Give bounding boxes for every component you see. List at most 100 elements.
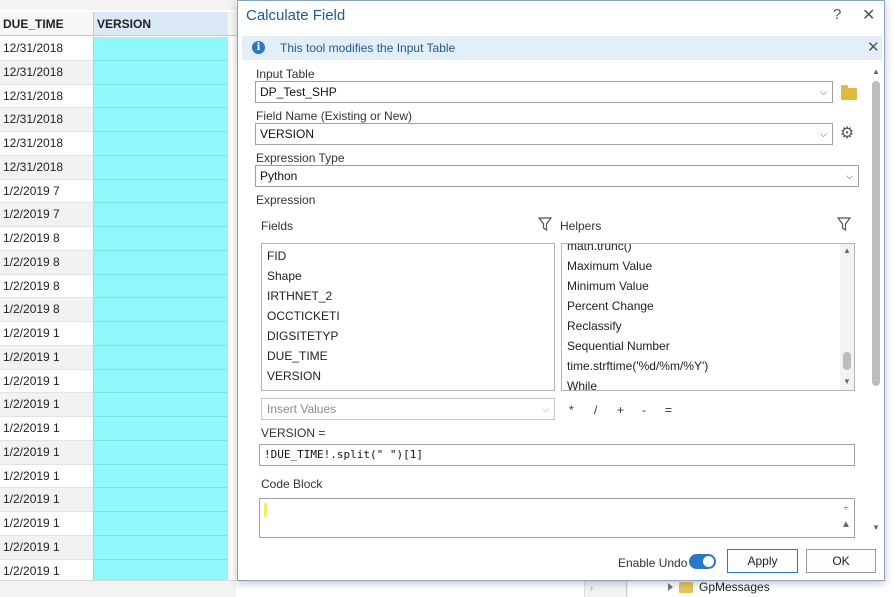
table-row[interactable]: 12/31/2018 [0,61,236,85]
due-time-cell[interactable]: 1/2/2019 8 [0,227,94,251]
column-header-due-time[interactable]: DUE_TIME [0,12,94,35]
due-time-cell[interactable]: 1/2/2019 8 [0,251,94,275]
list-item[interactable]: Sequential Number [562,336,708,356]
version-cell[interactable] [94,61,228,85]
browse-folder-icon[interactable] [841,88,857,100]
scroll-right-icon[interactable]: › [590,583,593,593]
table-row[interactable]: 12/31/2018 [0,37,236,61]
due-time-cell[interactable]: 12/31/2018 [0,108,94,132]
table-row[interactable]: 12/31/2018 [0,85,236,109]
due-time-cell[interactable]: 1/2/2019 8 [0,275,94,299]
scroll-down-icon[interactable]: ▼ [872,523,880,532]
version-cell[interactable] [94,370,228,394]
list-item[interactable]: OCCTICKETI [262,306,554,326]
table-row[interactable]: 12/31/2018 [0,156,236,180]
table-row[interactable]: 1/2/2019 8 [0,227,236,251]
table-row[interactable]: 1/2/2019 1 [0,488,236,512]
version-cell[interactable] [94,108,228,132]
table-row[interactable]: 1/2/2019 1 [0,465,236,489]
table-row[interactable]: 1/2/2019 1 [0,512,236,536]
column-header-version[interactable]: VERSION [94,12,228,35]
due-time-cell[interactable]: 12/31/2018 [0,85,94,109]
chevron-down-icon[interactable]: ⌵ [846,166,853,186]
minus-operator-button[interactable]: - [642,403,646,417]
version-cell[interactable] [94,132,228,156]
list-item[interactable]: DIGSITETYP [262,326,554,346]
due-time-cell[interactable]: 1/2/2019 1 [0,393,94,417]
due-time-cell[interactable]: 1/2/2019 1 [0,346,94,370]
version-cell[interactable] [94,275,228,299]
filter-fields-icon[interactable] [538,217,552,231]
dismiss-info-button[interactable]: ✕ [867,38,880,56]
dialog-scrollbar[interactable]: ▲ ▼ [870,65,882,535]
table-row[interactable]: 1/2/2019 8 [0,251,236,275]
due-time-cell[interactable]: 1/2/2019 1 [0,417,94,441]
field-name-dropdown[interactable]: VERSION ⌵ [255,123,833,145]
due-time-cell[interactable]: 12/31/2018 [0,37,94,61]
due-time-cell[interactable]: 1/2/2019 7 [0,180,94,204]
help-button[interactable]: ? [833,6,841,23]
code-block-scrollbar[interactable]: ÷ ▲ [840,501,852,533]
plus-operator-button[interactable]: + [617,403,624,417]
table-row[interactable]: 1/2/2019 1 [0,393,236,417]
due-time-cell[interactable]: 1/2/2019 7 [0,203,94,227]
list-item[interactable]: time.strftime('%d/%m/%Y') [562,356,708,376]
list-item[interactable]: Minimum Value [562,276,708,296]
version-cell[interactable] [94,512,228,536]
ok-button[interactable]: OK [806,549,876,573]
table-row[interactable]: 1/2/2019 7 [0,180,236,204]
due-time-cell[interactable]: 12/31/2018 [0,132,94,156]
chevron-down-icon[interactable]: ⌵ [820,124,827,144]
version-cell[interactable] [94,85,228,109]
scroll-up-icon[interactable]: ▲ [872,67,880,76]
expression-type-dropdown[interactable]: Python ⌵ [255,165,859,187]
enable-undo-toggle[interactable] [689,554,716,569]
version-cell[interactable] [94,37,228,61]
list-item[interactable]: DUE_TIME [262,346,554,366]
list-item[interactable]: Shape [262,266,554,286]
version-cell[interactable] [94,251,228,275]
list-item[interactable]: VERSION [262,366,554,386]
list-item[interactable]: Reclassify [562,316,708,336]
due-time-cell[interactable]: 1/2/2019 8 [0,298,94,322]
version-cell[interactable] [94,465,228,489]
list-item[interactable]: math.trunc() [562,244,708,256]
version-cell[interactable] [94,156,228,180]
version-cell[interactable] [94,322,228,346]
table-row[interactable]: 1/2/2019 1 [0,370,236,394]
table-row[interactable]: 12/31/2018 [0,108,236,132]
scroll-thumb[interactable] [872,81,880,386]
apply-button[interactable]: Apply [727,549,798,573]
scroll-up-icon[interactable]: ▲ [840,517,852,533]
divide-operator-button[interactable]: / [594,403,597,417]
table-row[interactable]: 1/2/2019 1 [0,536,236,560]
table-row[interactable]: 1/2/2019 1 [0,346,236,370]
version-cell[interactable] [94,346,228,370]
table-row[interactable]: 12/31/2018 [0,132,236,156]
helpers-list[interactable]: math.trunc() Maximum Value Minimum Value… [561,243,855,391]
close-button[interactable]: ✕ [862,5,875,25]
due-time-cell[interactable]: 1/2/2019 1 [0,536,94,560]
due-time-cell[interactable]: 1/2/2019 1 [0,488,94,512]
catalog-node-gpmessages[interactable]: GpMessages [668,580,770,594]
split-view-icon[interactable]: ÷ [840,501,852,517]
version-cell[interactable] [94,488,228,512]
due-time-cell[interactable]: 1/2/2019 1 [0,512,94,536]
version-cell[interactable] [94,203,228,227]
version-cell[interactable] [94,180,228,204]
due-time-cell[interactable]: 12/31/2018 [0,156,94,180]
table-row[interactable]: 1/2/2019 1 [0,441,236,465]
due-time-cell[interactable]: 1/2/2019 1 [0,465,94,489]
version-cell[interactable] [94,227,228,251]
version-cell[interactable] [94,298,228,322]
due-time-cell[interactable]: 1/2/2019 1 [0,370,94,394]
table-row[interactable]: 1/2/2019 8 [0,298,236,322]
list-item[interactable]: Maximum Value [562,256,708,276]
fields-list[interactable]: FID Shape IRTHNET_2 OCCTICKETI DIGSITETY… [261,243,555,391]
chevron-down-icon[interactable]: ⌵ [820,82,827,102]
input-table-dropdown[interactable]: DP_Test_SHP ⌵ [255,81,833,103]
list-item[interactable]: Percent Change [562,296,708,316]
scroll-thumb[interactable] [843,352,851,370]
scroll-up-icon[interactable]: ▲ [843,246,851,255]
scroll-down-icon[interactable]: ▼ [843,377,851,386]
